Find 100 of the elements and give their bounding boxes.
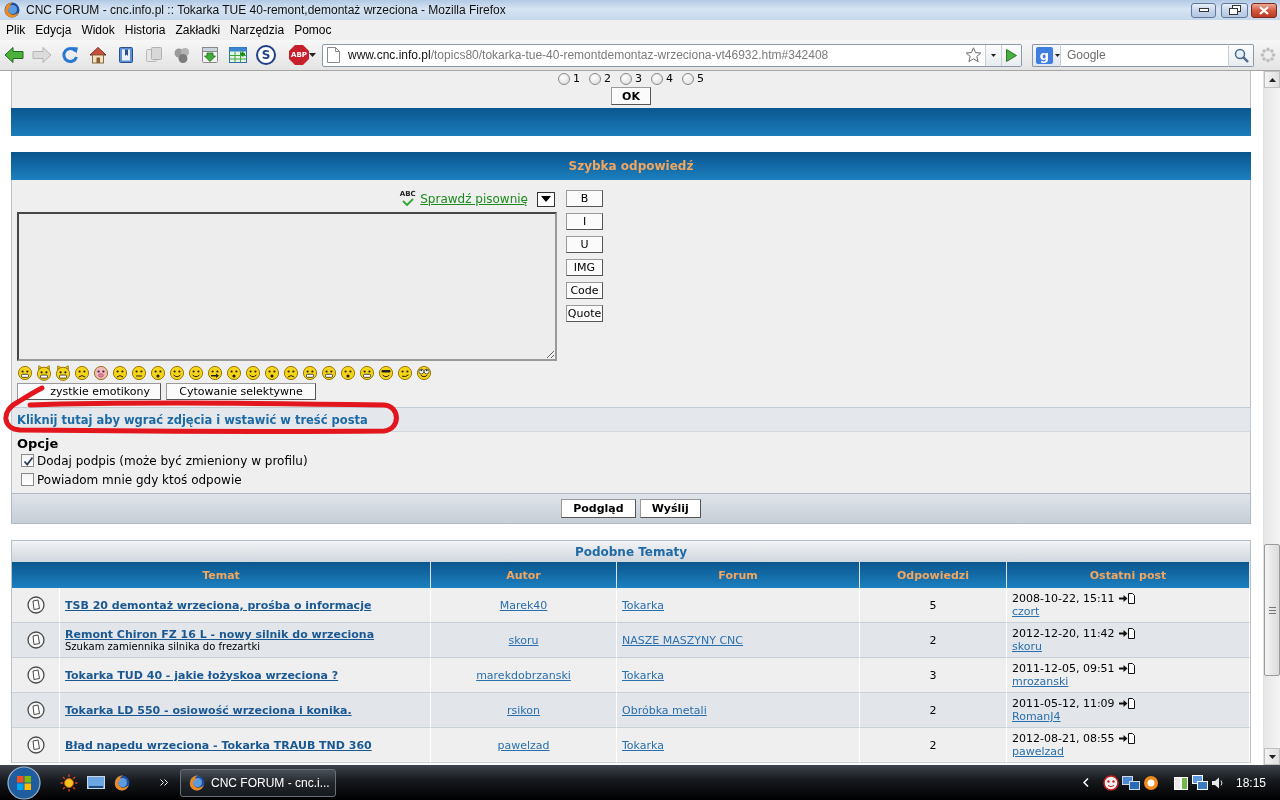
menu-item[interactable]: Edycja bbox=[30, 22, 77, 38]
forum-link[interactable]: Tokarka bbox=[622, 598, 854, 612]
arrow-page-icon[interactable] bbox=[1118, 733, 1135, 744]
smiley-icon[interactable] bbox=[207, 365, 223, 381]
taskbar-button[interactable]: CNC FORUM - cnc.i... bbox=[180, 768, 336, 797]
user-link[interactable]: pawelzad bbox=[1012, 745, 1244, 758]
format-button[interactable]: Code bbox=[566, 282, 603, 299]
arrow-page-icon[interactable] bbox=[1118, 698, 1135, 709]
smiley-icon[interactable] bbox=[150, 365, 166, 381]
topic-link[interactable]: TSB 20 demontaż wrzeciona, prośba o informacje bbox=[65, 598, 425, 612]
smiley-icon[interactable] bbox=[397, 365, 413, 381]
ring-icon[interactable] bbox=[1142, 774, 1159, 791]
arrow-page-icon[interactable] bbox=[1118, 628, 1135, 639]
pig-face-icon[interactable] bbox=[93, 365, 109, 381]
author-link[interactable]: skoru bbox=[508, 633, 539, 647]
back-icon[interactable] bbox=[4, 46, 24, 64]
minimize-button[interactable] bbox=[1191, 2, 1216, 18]
circled-page-icon[interactable] bbox=[26, 736, 45, 754]
smiley-icon[interactable] bbox=[169, 365, 185, 381]
user-link[interactable]: RomanJ4 bbox=[1012, 710, 1244, 723]
devil-smiley-icon[interactable] bbox=[55, 365, 71, 381]
devil-smiley-icon[interactable] bbox=[36, 365, 52, 381]
author-link[interactable]: pawelzad bbox=[497, 738, 550, 752]
smiley-icon[interactable] bbox=[416, 365, 432, 381]
smiley-icon[interactable] bbox=[245, 365, 261, 381]
scroll-up-button[interactable] bbox=[1264, 71, 1280, 88]
submit-button[interactable]: Wyślij bbox=[639, 499, 701, 518]
topic-link[interactable]: Tokarka LD 550 - osiowość wrzeciona i konika. bbox=[65, 703, 425, 717]
smiley-icon[interactable] bbox=[74, 365, 90, 381]
smiley-icon[interactable] bbox=[340, 365, 356, 381]
checkbox[interactable] bbox=[21, 454, 34, 467]
address-field[interactable]: www.cnc.info.pl/topics80/tokarka-tue-40-remontdemontaz-wrzeciona-vt46932.htm#342408 bbox=[348, 48, 965, 62]
radio-button[interactable] bbox=[682, 72, 694, 85]
home-icon[interactable] bbox=[89, 46, 107, 64]
browser-logo-icon[interactable] bbox=[114, 774, 130, 791]
format-button[interactable]: U bbox=[566, 236, 603, 253]
go-button[interactable] bbox=[1001, 44, 1021, 66]
forum-link[interactable]: Tokarka bbox=[622, 738, 854, 752]
smiley-icon[interactable] bbox=[378, 365, 394, 381]
author-link[interactable]: rsikon bbox=[507, 703, 540, 717]
circled-page-icon[interactable] bbox=[26, 596, 45, 614]
bookmarks-icon[interactable] bbox=[118, 46, 134, 64]
menu-item[interactable]: Narzędzia bbox=[225, 22, 290, 38]
format-button[interactable]: I bbox=[566, 213, 603, 230]
arrow-page-icon[interactable] bbox=[1118, 593, 1135, 604]
ok-button[interactable]: OK bbox=[611, 87, 651, 105]
topic-link[interactable]: Błąd napedu wrzeciona - Tokarka TRAUB TND 360 bbox=[65, 738, 425, 752]
face-icon[interactable] bbox=[1102, 774, 1119, 791]
user-link[interactable]: czort bbox=[1012, 605, 1244, 618]
radio-button[interactable] bbox=[651, 72, 663, 85]
forum-link[interactable]: Obróbka metali bbox=[622, 703, 854, 717]
grid-window-icon[interactable] bbox=[228, 46, 248, 64]
star-icon[interactable] bbox=[965, 47, 982, 63]
format-button[interactable]: B bbox=[566, 190, 603, 207]
format-button[interactable]: Quote bbox=[566, 305, 603, 322]
selective-quote-button[interactable]: Cytowanie selektywne bbox=[166, 383, 316, 400]
menu-item[interactable]: Historia bbox=[119, 22, 171, 38]
checkbox[interactable] bbox=[21, 473, 34, 486]
screens-icon[interactable] bbox=[1191, 774, 1208, 791]
topic-link[interactable]: Remont Chiron FZ 16 L - nowy silnik do wrzeciona bbox=[65, 628, 425, 641]
smiley-icon[interactable] bbox=[112, 365, 128, 381]
emoticons-button[interactable]: zystkie emotikony bbox=[17, 383, 161, 400]
speaker-icon[interactable] bbox=[1210, 775, 1225, 790]
screen-icon[interactable] bbox=[87, 774, 105, 791]
user-link[interactable]: mrozanski bbox=[1012, 675, 1244, 688]
arrow-page-icon[interactable] bbox=[1118, 663, 1135, 674]
split-rectangle-icon[interactable] bbox=[1172, 774, 1189, 791]
sun-icon[interactable] bbox=[60, 773, 78, 792]
user-link[interactable]: skoru bbox=[1012, 640, 1244, 653]
upload-link[interactable]: Kliknij tutaj aby wgrać zdjęcia i wstawić w treść posta bbox=[17, 412, 368, 427]
download-icon[interactable] bbox=[201, 46, 219, 64]
radio-button[interactable] bbox=[589, 72, 601, 85]
smiley-icon[interactable] bbox=[188, 365, 204, 381]
search-button[interactable] bbox=[1228, 43, 1254, 67]
scrollbar-thumb[interactable] bbox=[1264, 544, 1280, 676]
menu-item[interactable]: Zakładki bbox=[170, 22, 226, 38]
forum-link[interactable]: Tokarka bbox=[622, 668, 854, 682]
submit-button[interactable]: Podgląd bbox=[561, 499, 636, 518]
radio-button[interactable] bbox=[620, 72, 632, 85]
restore-button[interactable] bbox=[1221, 2, 1248, 18]
author-link[interactable]: marekdobrzanski bbox=[476, 668, 571, 682]
search-engine-button[interactable]: g bbox=[1032, 43, 1061, 67]
chevron-left-icon[interactable] bbox=[1082, 778, 1089, 787]
circled-page-icon[interactable] bbox=[26, 701, 45, 719]
smiley-icon[interactable] bbox=[264, 365, 280, 381]
reload-icon[interactable] bbox=[61, 46, 79, 64]
circles-icon[interactable] bbox=[173, 46, 191, 64]
circled-page-icon[interactable] bbox=[26, 666, 45, 684]
circled-page-icon[interactable] bbox=[26, 631, 45, 649]
menu-item[interactable]: Widok bbox=[76, 22, 120, 38]
smiley-icon[interactable] bbox=[226, 365, 242, 381]
screens-icon[interactable] bbox=[1121, 774, 1140, 791]
radio-button[interactable] bbox=[558, 72, 570, 85]
start-button[interactable] bbox=[6, 765, 42, 800]
scroll-down-button[interactable] bbox=[1264, 748, 1280, 765]
format-button[interactable]: IMG bbox=[566, 259, 603, 276]
author-link[interactable]: Marek40 bbox=[499, 598, 548, 612]
menu-item[interactable]: Pomoc bbox=[289, 22, 337, 38]
menu-item[interactable]: Plik bbox=[1, 22, 31, 38]
dropdown-button[interactable] bbox=[537, 191, 555, 207]
